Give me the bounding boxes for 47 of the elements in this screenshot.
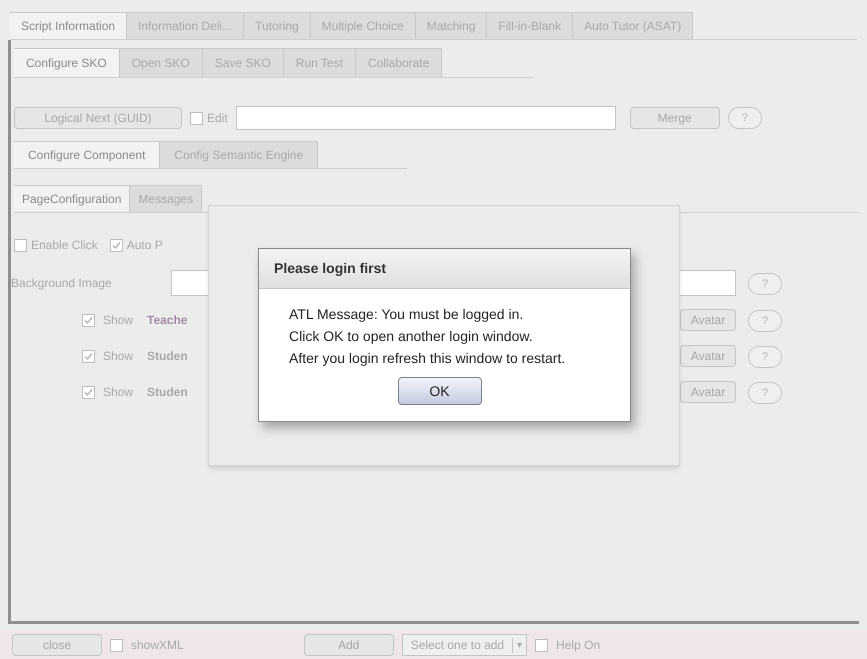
checkmark-icon [112,240,121,250]
help-button[interactable]: ? [748,382,782,404]
role-label: Studen [147,384,189,401]
message-text: Click OK to open another login window. [289,327,534,346]
message-text: ATL Message: You must be logged in. [289,305,524,324]
show-label: Show [103,348,134,365]
button[interactable]: Merge [630,107,720,129]
show-label: Show [103,312,134,329]
checkbox[interactable] [110,638,123,652]
role-label: Teache [147,312,188,329]
dialog-title: Please login first [259,249,630,289]
button[interactable]: Add [304,634,394,656]
checkmark-icon [84,388,93,396]
select-dropdown[interactable]: Select one to add ▾ [402,634,528,656]
button[interactable]: Avatar [680,309,736,331]
button[interactable]: close [12,634,102,656]
text-field[interactable] [236,106,616,130]
tab[interactable]: PageConfiguration [14,185,130,212]
button[interactable]: Avatar [680,381,736,403]
help-button[interactable]: ? [728,107,762,129]
help-on-label: Help On [556,637,600,654]
tab[interactable]: Script Information [10,12,128,39]
edit-label: Edit [207,110,228,127]
show-label: Show [103,384,134,401]
checkbox[interactable] [14,238,27,252]
checkbox[interactable] [110,238,123,252]
background-image-label: Background Image [11,275,113,292]
role-label: Studen [147,348,189,365]
option-label: Auto P [126,237,163,254]
ok-button[interactable]: OK [398,377,482,405]
checkbox[interactable] [535,638,548,652]
checkbox[interactable] [82,314,95,326]
checkbox[interactable] [82,386,95,398]
checkbox[interactable] [82,350,95,362]
help-button[interactable]: ? [748,346,782,368]
button[interactable]: Avatar [680,345,736,367]
tab[interactable]: Configure SKO [14,48,120,77]
checkbox[interactable] [190,112,203,124]
message-text: After you login refresh this window to restart. [289,349,566,368]
checkmark-icon [84,352,93,360]
show-xml-label: showXML [131,637,184,654]
tab[interactable]: Configure Component [14,141,160,168]
help-button[interactable]: ? [748,310,782,332]
help-button[interactable]: ? [748,273,782,296]
checkmark-icon [84,316,93,324]
button[interactable]: Logical Next (GUID) [14,107,182,129]
option-label: Enable Click [31,237,98,254]
